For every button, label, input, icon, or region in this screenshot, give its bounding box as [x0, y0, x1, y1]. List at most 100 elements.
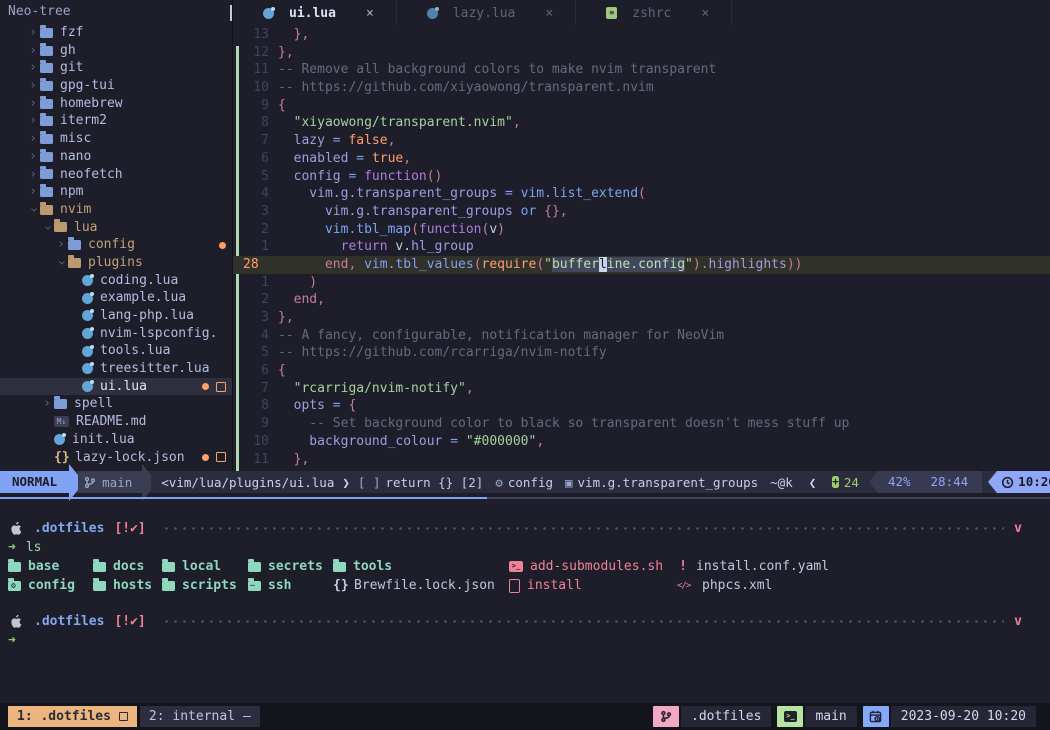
- code-buffer[interactable]: 13 }, 12 }, 11 -- Remove all background …: [233, 26, 1050, 471]
- plugin-added-icon: +: [832, 476, 839, 488]
- code-line[interactable]: 7 lazy = false,: [233, 132, 1050, 150]
- tree-item-label: example.lua: [100, 289, 186, 307]
- tree-item[interactable]: › homebrew: [0, 95, 232, 113]
- tree-item[interactable]: › npm: [0, 183, 232, 201]
- command-line: ➜ ls: [0, 538, 1050, 557]
- tmux-window-1[interactable]: 1: .dotfiles: [8, 706, 137, 727]
- code-text: },: [278, 44, 294, 62]
- tree-item[interactable]: ui.lua: [0, 378, 232, 396]
- tree-item[interactable]: › spell: [0, 395, 232, 413]
- code-line[interactable]: 10 -- https://github.com/xiyaowong/trans…: [233, 79, 1050, 97]
- tree-item[interactable]: M↓ README.md: [0, 413, 232, 431]
- tree-item[interactable]: nvim-lspconfig.: [0, 325, 232, 343]
- line-number: 6: [243, 362, 269, 380]
- code-line[interactable]: 6 enabled = true,: [233, 150, 1050, 168]
- code-line[interactable]: 12 },: [233, 44, 1050, 62]
- tab-close-icon[interactable]: ×: [701, 6, 709, 21]
- file-type-icon: [82, 275, 93, 286]
- chevron-icon: ›: [26, 148, 40, 166]
- code-line[interactable]: 9 {: [233, 97, 1050, 115]
- tree-item[interactable]: treesitter.lua: [0, 360, 232, 378]
- code-text: -- A fancy, configurable, notification m…: [278, 327, 724, 345]
- prompt-arrow-icon: ➜: [8, 633, 16, 648]
- code-token: "#000000": [466, 434, 536, 449]
- added-count: 24: [844, 475, 859, 490]
- tmux-window-2[interactable]: 2: internal —: [140, 706, 260, 727]
- tree-item[interactable]: › fzf: [0, 24, 232, 42]
- code-line[interactable]: 4 vim.g.transparent_groups = vim.list_ex…: [233, 185, 1050, 203]
- code-line[interactable]: 4 -- A fancy, configurable, notification…: [233, 327, 1050, 345]
- code-line[interactable]: 1 ): [233, 274, 1050, 292]
- tree-item[interactable]: {} lazy-lock.json: [0, 449, 232, 467]
- code-line[interactable]: 28 end, vim.tbl_values(require("bufferli…: [233, 256, 1050, 274]
- code-line[interactable]: 11 },: [233, 451, 1050, 469]
- code-line[interactable]: 5 -- https://github.com/rcarriga/nvim-no…: [233, 344, 1050, 362]
- code-line[interactable]: 3 },: [233, 309, 1050, 327]
- code-line[interactable]: 10 background_colour = "#000000",: [233, 433, 1050, 451]
- ls-entry-name: secrets: [268, 559, 323, 574]
- chevron-icon: ›: [26, 166, 40, 184]
- chevron-icon: ›: [26, 183, 40, 201]
- code-token: vim.list_extend: [521, 186, 638, 201]
- tree-item-badges: [202, 449, 226, 467]
- tree-item[interactable]: › plugins: [0, 254, 232, 272]
- buffer-tab[interactable]: lazy.lua ×: [397, 0, 576, 26]
- code-token: vim.tbl_map: [278, 222, 411, 237]
- ls-entry: >_ add-submodules.sh: [509, 559, 677, 574]
- tree-item[interactable]: › config: [0, 236, 232, 254]
- code-line[interactable]: 13 },: [233, 26, 1050, 44]
- tree-item[interactable]: › git: [0, 59, 232, 77]
- code-token: },: [278, 27, 309, 42]
- tree-item[interactable]: › iterm2: [0, 112, 232, 130]
- code-line[interactable]: 8 "xiyaowong/transparent.nvim",: [233, 114, 1050, 132]
- tree-item-label: nvim: [60, 201, 91, 219]
- code-line[interactable]: 8 opts = {: [233, 397, 1050, 415]
- code-line[interactable]: 2 end,: [233, 291, 1050, 309]
- ls-entry: ! install.conf.yaml: [677, 559, 1050, 574]
- tree-item[interactable]: › gpg-tui: [0, 77, 232, 95]
- file-type-icon: {}: [54, 449, 68, 467]
- mode-indicator: NORMAL: [0, 471, 69, 493]
- tree-item[interactable]: › misc: [0, 130, 232, 148]
- code-line[interactable]: 2 vim.tbl_map(function(v): [233, 221, 1050, 239]
- tree-item[interactable]: init.lua: [0, 431, 232, 449]
- tmux-window-label: 2: internal: [149, 706, 235, 727]
- ls-entry-name: base: [28, 559, 59, 574]
- code-line[interactable]: 1 return v.hl_group: [233, 238, 1050, 256]
- code-line[interactable]: 6 {: [233, 362, 1050, 380]
- line-number: 6: [243, 150, 269, 168]
- chevron-icon: ›: [54, 236, 68, 254]
- tree-item[interactable]: lang-php.lua: [0, 307, 232, 325]
- code-token: ": [685, 257, 693, 272]
- tree-item[interactable]: › lua: [0, 219, 232, 237]
- tree-item[interactable]: coding.lua: [0, 272, 232, 290]
- tab-close-icon[interactable]: ×: [545, 6, 553, 21]
- chevron-icon: ›: [26, 130, 40, 148]
- powerline-separator: [142, 475, 151, 490]
- tree-item[interactable]: › nano: [0, 148, 232, 166]
- command-line[interactable]: ➜: [0, 631, 1050, 650]
- tree-item-label: init.lua: [72, 431, 135, 449]
- line-number: 1: [243, 274, 269, 292]
- code-token: -- https://github.com/xiyaowong/transpar…: [278, 80, 654, 95]
- code-text: -- Set background color to black so tran…: [278, 415, 849, 433]
- buffer-tab[interactable]: ui.lua ×: [233, 0, 397, 26]
- code-token: (: [536, 257, 544, 272]
- tree-item[interactable]: example.lua: [0, 289, 232, 307]
- code-line[interactable]: 7 "rcarriga/nvim-notify",: [233, 380, 1050, 398]
- code-line[interactable]: 9 -- Set background color to black so tr…: [233, 415, 1050, 433]
- code-line[interactable]: 5 config = function(): [233, 168, 1050, 186]
- tree-item[interactable]: › neofetch: [0, 166, 232, 184]
- tree-item[interactable]: tools.lua: [0, 342, 232, 360]
- shell-pane[interactable]: .dotfiles [!✔] v ➜ ls base docs local: [0, 505, 1050, 703]
- code-line[interactable]: 11 -- Remove all background colors to ma…: [233, 61, 1050, 79]
- code-line[interactable]: 3 vim.g.transparent_groups or {},: [233, 203, 1050, 221]
- neotree-panel[interactable]: Neo-tree › fzf › gh ›: [0, 0, 232, 471]
- code-text: end, vim.tbl_values(require("bufferline.…: [278, 256, 802, 274]
- tree-item[interactable]: › gh: [0, 42, 232, 60]
- tab-close-icon[interactable]: ×: [366, 6, 374, 21]
- tree-item[interactable]: › nvim: [0, 201, 232, 219]
- buffer-tab[interactable]: ≡ zshrc ×: [576, 0, 732, 26]
- ls-entry-icon: [248, 581, 261, 591]
- chevron-icon: ›: [26, 112, 40, 130]
